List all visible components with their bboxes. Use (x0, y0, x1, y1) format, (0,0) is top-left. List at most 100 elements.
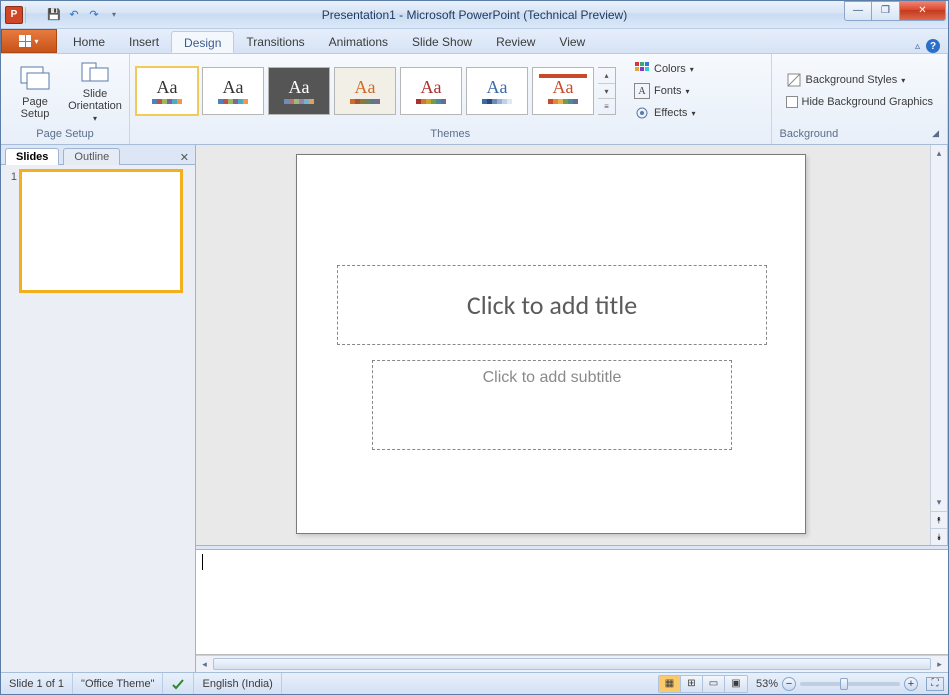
background-styles-button[interactable]: Background Styles▾ (782, 70, 937, 90)
qat-more-icon[interactable]: ▾ (105, 6, 123, 24)
scroll-right-icon[interactable]: ▸ (931, 656, 948, 672)
hscroll-track[interactable] (213, 656, 931, 672)
colors-icon (634, 61, 650, 77)
tab-insert[interactable]: Insert (117, 31, 171, 53)
horizontal-scrollbar[interactable]: ◂ ▸ (196, 655, 948, 672)
gallery-expand-icon[interactable]: ≡ (598, 99, 615, 114)
gallery-row-up-icon[interactable]: ▴ (598, 68, 615, 84)
zoom-slider-knob[interactable] (840, 678, 848, 690)
subtitle-placeholder[interactable]: Click to add subtitle (372, 360, 732, 450)
tab-slideshow[interactable]: Slide Show (400, 31, 484, 53)
group-page-setup: Page Setup Slide Orientation ▾ Page Setu… (1, 54, 130, 144)
status-bar: Slide 1 of 1 "Office Theme" English (Ind… (1, 672, 948, 694)
theme-thumb-2[interactable]: Aa (268, 67, 330, 115)
next-slide-icon[interactable]: ⯯ (931, 528, 947, 545)
zoom-in-button[interactable]: + (904, 677, 918, 691)
theme-thumb-4[interactable]: Aa (400, 67, 462, 115)
close-button[interactable]: ✕ (900, 1, 946, 21)
save-icon[interactable]: 💾 (45, 6, 63, 24)
quick-access-toolbar: P 💾 ↶ ↷ ▾ (1, 6, 123, 24)
hscroll-thumb[interactable] (213, 658, 931, 670)
group-background: Background Styles▾ Hide Background Graph… (772, 54, 948, 144)
page-setup-label: Page Setup (21, 96, 50, 120)
language[interactable]: English (India) (194, 673, 281, 694)
theme-fonts-button[interactable]: A Fonts▾ (630, 81, 699, 101)
slides-tab[interactable]: Slides (5, 148, 59, 165)
tab-design[interactable]: Design (171, 31, 234, 53)
group-page-setup-label: Page Setup (1, 128, 129, 144)
dialog-launcher-icon[interactable]: ◢ (932, 128, 939, 144)
tab-home[interactable]: Home (61, 31, 117, 53)
pane-close-icon[interactable]: ✕ (180, 151, 189, 164)
fit-to-window-button[interactable]: ⛶ (926, 677, 944, 691)
undo-icon[interactable]: ↶ (65, 6, 83, 24)
theme-thumb-0[interactable]: Aa (136, 67, 198, 115)
window-title: Presentation1 - Microsoft PowerPoint (Te… (1, 8, 948, 22)
hide-background-graphics-checkbox[interactable]: Hide Background Graphics (782, 92, 937, 112)
theme-thumb-5[interactable]: Aa (466, 67, 528, 115)
file-tab[interactable]: ▾ (1, 29, 57, 53)
spell-check-icon[interactable] (163, 673, 194, 694)
theme-effects-button[interactable]: Effects▾ (630, 103, 699, 123)
app-icon[interactable]: P (5, 6, 23, 24)
scroll-track[interactable] (931, 162, 947, 494)
zoom-out-button[interactable]: − (782, 677, 796, 691)
tab-view[interactable]: View (547, 31, 597, 53)
group-background-label: Background◢ (772, 128, 947, 144)
scroll-up-icon[interactable]: ▴ (931, 145, 947, 162)
slide-canvas-area[interactable]: Click to add title Click to add subtitle… (196, 145, 948, 545)
notes-pane[interactable] (196, 550, 948, 655)
slide[interactable]: Click to add title Click to add subtitle (296, 154, 806, 534)
app-window: P 💾 ↶ ↷ ▾ Presentation1 - Microsoft Powe… (0, 0, 949, 695)
themes-gallery: AaAaAaAaAaAaAa (136, 67, 594, 115)
vertical-scrollbar[interactable]: ▴ ▾ ⯭ ⯯ (930, 145, 947, 545)
page-setup-icon (19, 62, 51, 94)
maximize-button[interactable]: ❐ (872, 1, 900, 21)
zoom-controls: 53% − + ⛶ (756, 677, 944, 691)
theme-thumb-3[interactable]: Aa (334, 67, 396, 115)
tab-animations[interactable]: Animations (317, 31, 400, 53)
slideshow-view-button[interactable]: ▣ (725, 676, 747, 692)
zoom-level: 53% (756, 678, 778, 690)
slide-count: Slide 1 of 1 (1, 673, 73, 694)
redo-icon[interactable]: ↷ (85, 6, 103, 24)
scroll-down-icon[interactable]: ▾ (931, 494, 947, 511)
pane-tabs: Slides Outline ✕ (1, 145, 195, 165)
title-bar: P 💾 ↶ ↷ ▾ Presentation1 - Microsoft Powe… (1, 1, 948, 29)
slide-orientation-button[interactable]: Slide Orientation ▾ (67, 57, 123, 125)
theme-thumb-1[interactable]: Aa (202, 67, 264, 115)
group-themes: AaAaAaAaAaAaAa ▴ ▾ ≡ Colors▾ A Fo (130, 54, 772, 144)
normal-view-button[interactable]: ▦ (659, 676, 681, 692)
minimize-button[interactable]: — (844, 1, 872, 21)
window-controls: — ❐ ✕ (844, 1, 946, 21)
editor-area: Click to add title Click to add subtitle… (196, 145, 948, 672)
slides-outline-pane: Slides Outline ✕ 1 (1, 145, 196, 672)
ribbon-minimize-icon[interactable]: ▵ (915, 41, 920, 52)
reading-view-button[interactable]: ▭ (703, 676, 725, 692)
fonts-icon: A (634, 83, 650, 99)
slide-orientation-label: Slide Orientation ▾ (68, 88, 122, 124)
help-icon[interactable]: ? (926, 39, 940, 53)
zoom-slider[interactable] (800, 682, 900, 686)
prev-slide-icon[interactable]: ⯭ (931, 511, 947, 528)
theme-name: "Office Theme" (73, 673, 163, 694)
page-setup-button[interactable]: Page Setup (7, 57, 63, 125)
gallery-row-down-icon[interactable]: ▾ (598, 84, 615, 100)
title-placeholder[interactable]: Click to add title (337, 265, 767, 345)
group-themes-label: Themes (130, 128, 771, 144)
checkbox-icon (786, 96, 798, 108)
outline-tab[interactable]: Outline (63, 148, 120, 165)
slide-orientation-icon (79, 58, 111, 86)
themes-gallery-more[interactable]: ▴ ▾ ≡ (598, 67, 616, 115)
effects-icon (634, 105, 650, 121)
thumbnail-row: 1 (7, 171, 189, 291)
thumbnail-number: 1 (7, 171, 17, 183)
theme-colors-button[interactable]: Colors▾ (630, 59, 699, 79)
sorter-view-button[interactable]: ⊞ (681, 676, 703, 692)
tab-review[interactable]: Review (484, 31, 547, 53)
scroll-left-icon[interactable]: ◂ (196, 656, 213, 672)
tab-transitions[interactable]: Transitions (234, 31, 316, 53)
theme-thumb-6[interactable]: Aa (532, 67, 594, 115)
slide-thumbnail-1[interactable] (21, 171, 181, 291)
slide-thumbnails: 1 (1, 165, 195, 672)
